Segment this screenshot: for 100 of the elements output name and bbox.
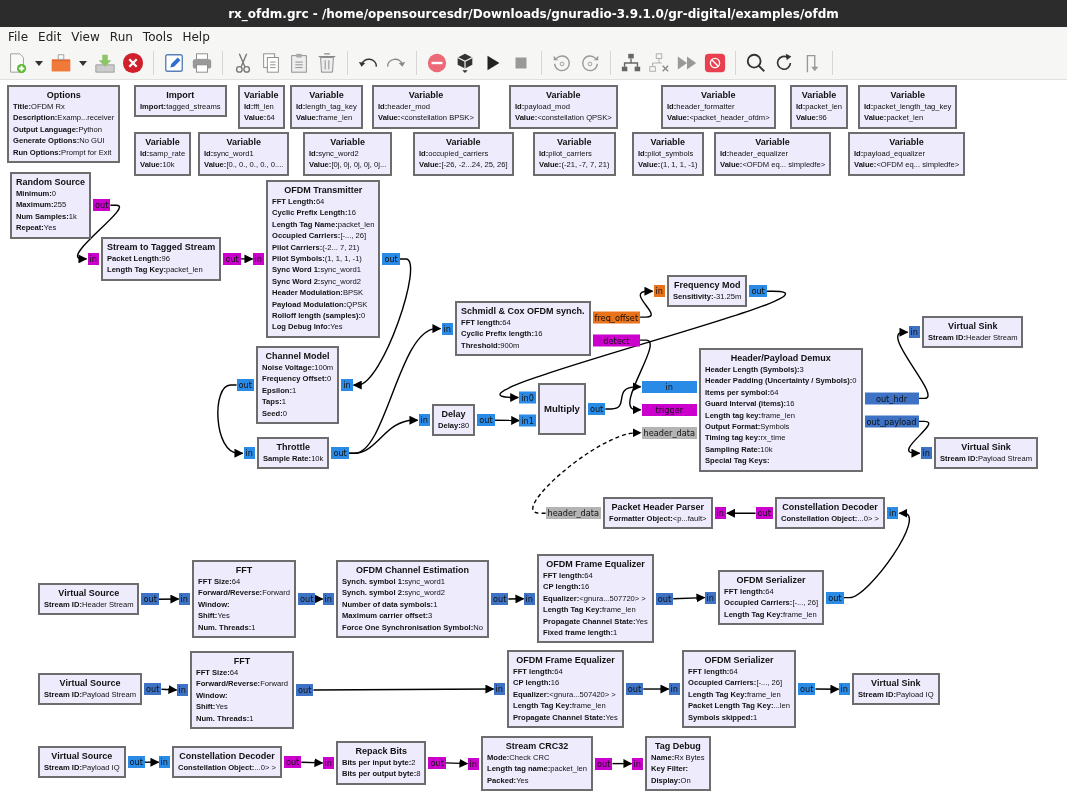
port-tab[interactable]: out: [283, 756, 302, 769]
edit-icon[interactable]: [163, 52, 185, 74]
port-tab[interactable]: out: [223, 252, 241, 265]
port-tab[interactable]: in: [178, 593, 190, 605]
connection-arrow: [507, 594, 525, 604]
port-tab[interactable]: out: [127, 756, 145, 769]
flowgraph-block[interactable]: [266, 180, 381, 338]
port-tab[interactable]: out: [625, 683, 644, 695]
block-title: Variable: [888, 136, 925, 148]
connection-arrow: [611, 759, 633, 769]
port-tab[interactable]: header_data: [545, 507, 601, 520]
hierarchy-x-icon[interactable]: [648, 52, 670, 74]
port-tab[interactable]: in: [886, 507, 899, 520]
menu-item[interactable]: File: [6, 30, 37, 44]
port-tab[interactable]: in: [341, 379, 353, 391]
port-tab[interactable]: in: [631, 757, 643, 770]
port-tab[interactable]: out: [490, 593, 509, 605]
menu-item[interactable]: Run: [107, 30, 141, 44]
port-tab[interactable]: out: [755, 507, 773, 520]
menu-item[interactable]: Edit: [36, 30, 70, 44]
connection-arrow: [642, 684, 670, 694]
port-tab[interactable]: out: [298, 593, 316, 605]
block-title: OFDM Frame Equalizer: [515, 654, 616, 666]
paste-icon[interactable]: [288, 52, 310, 74]
port-tab[interactable]: in: [523, 592, 535, 605]
port-tab[interactable]: out: [587, 403, 606, 415]
port-tab[interactable]: freq_offset: [592, 311, 641, 324]
port-tab[interactable]: in: [87, 252, 99, 265]
rotate-right-icon[interactable]: [579, 52, 601, 74]
port-tab[interactable]: in: [441, 322, 453, 335]
port-tab[interactable]: in: [908, 326, 920, 339]
port-tab[interactable]: out: [296, 684, 314, 696]
port-tab[interactable]: out: [144, 683, 162, 696]
port-tab[interactable]: out: [382, 252, 400, 265]
window-title: rx_ofdm.grc - /home/opensourcesdr/Downloads/gnuradio-3.9.1.0/gr-digital/examples/ofdm: [228, 6, 839, 21]
block-title: Variable: [700, 89, 737, 101]
port-tab[interactable]: out_payload: [864, 415, 919, 428]
block-title: FFT: [234, 564, 254, 576]
port-tab[interactable]: out: [477, 414, 495, 427]
port-tab[interactable]: in: [653, 285, 665, 298]
port-tab[interactable]: in: [322, 593, 334, 605]
block-title: Throttle: [275, 441, 311, 453]
port-tab[interactable]: in: [704, 591, 716, 604]
port-tab[interactable]: out: [428, 756, 446, 769]
flowgraph-block[interactable]: Multiply: [538, 383, 586, 435]
port-tab[interactable]: out: [93, 199, 111, 212]
port-tab[interactable]: out: [236, 379, 254, 391]
block-title: OFDM Serializer: [735, 574, 807, 586]
port-tab[interactable]: in: [920, 447, 932, 460]
download-tray-icon[interactable]: [94, 52, 116, 74]
menu-item[interactable]: Tools: [140, 30, 181, 44]
port-tab[interactable]: in: [641, 380, 697, 393]
port-tab[interactable]: in: [493, 683, 505, 695]
port-tab[interactable]: out: [826, 591, 844, 604]
caret-icon[interactable]: [34, 58, 44, 68]
port-tab[interactable]: detect: [592, 334, 641, 347]
connection-arrow: [144, 757, 160, 767]
block-title: Variable: [545, 89, 582, 101]
port-tab[interactable]: in: [322, 756, 334, 769]
hierarchy-icon[interactable]: [620, 52, 642, 74]
folder-icon[interactable]: [50, 52, 72, 74]
port-tab[interactable]: trigger: [641, 403, 697, 416]
close-icon[interactable]: [122, 52, 144, 74]
port-tab[interactable]: in: [714, 507, 726, 520]
block-title: Delay: [440, 408, 467, 420]
port-tab[interactable]: out: [798, 683, 816, 695]
menu-item[interactable]: Help: [180, 30, 218, 44]
block-title: Import: [165, 89, 196, 101]
copy-icon[interactable]: [260, 52, 282, 74]
search-icon[interactable]: [745, 52, 767, 74]
block-title: Variable: [889, 89, 926, 101]
port-tab[interactable]: out: [331, 447, 349, 460]
port-tab[interactable]: in0: [519, 391, 536, 404]
disable-icon[interactable]: [426, 52, 448, 74]
kill-icon[interactable]: [704, 52, 726, 74]
port-tab[interactable]: in: [418, 414, 430, 427]
port-tab[interactable]: in: [838, 683, 850, 696]
block-title: Schmidl & Cox OFDM synch.: [461, 305, 585, 317]
port-tab[interactable]: out: [749, 285, 767, 298]
rotate-left-icon[interactable]: [551, 52, 573, 74]
delete-icon[interactable]: [316, 52, 338, 74]
printer-icon[interactable]: [191, 52, 213, 74]
port-tab[interactable]: in: [668, 683, 680, 695]
port-tab[interactable]: header_data: [641, 426, 697, 439]
port-tab[interactable]: out_hdr: [864, 392, 919, 405]
port-tab[interactable]: out: [595, 757, 613, 770]
port-tab[interactable]: in: [176, 684, 188, 696]
connection-arrow: [493, 415, 521, 425]
port-tab[interactable]: in: [243, 447, 255, 460]
port-tab[interactable]: in: [158, 756, 170, 769]
connection-arrow: [158, 594, 180, 604]
port-tab[interactable]: out: [141, 593, 159, 606]
caret-icon[interactable]: [78, 58, 88, 68]
block-title: Header/Payload Demux: [729, 352, 832, 364]
port-tab[interactable]: in1: [519, 414, 536, 427]
flowgraph-block[interactable]: [699, 348, 863, 472]
port-tab[interactable]: in: [467, 757, 479, 770]
port-tab[interactable]: out: [655, 592, 674, 605]
port-tab[interactable]: in: [252, 252, 264, 265]
menu-item[interactable]: View: [69, 30, 108, 44]
